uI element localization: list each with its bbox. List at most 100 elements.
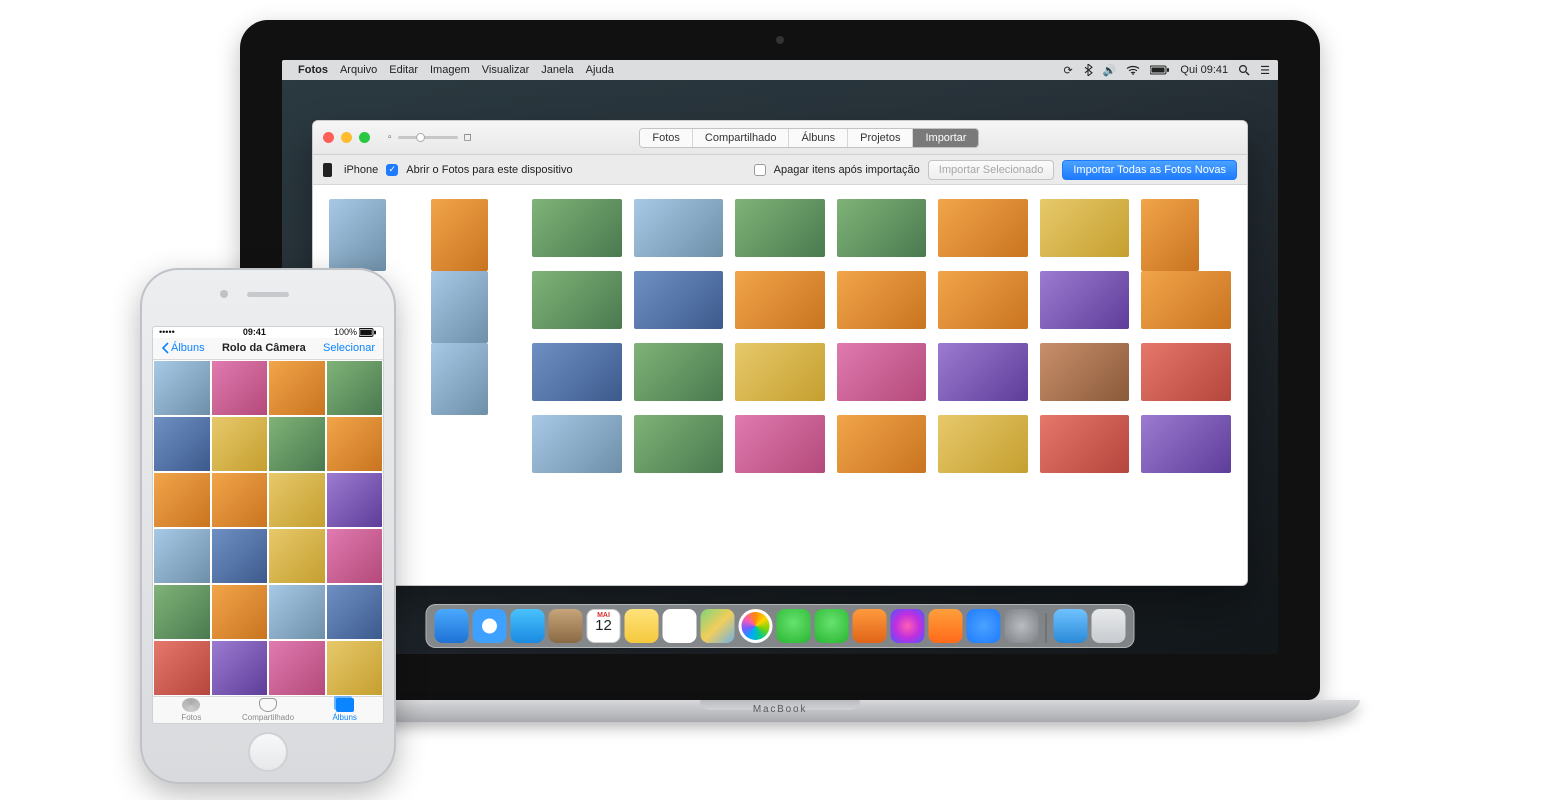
photo-thumbnail[interactable] (154, 361, 210, 415)
photo-thumbnail[interactable] (327, 529, 383, 583)
photo-thumbnail[interactable] (634, 199, 724, 257)
photo-thumbnail[interactable] (327, 473, 383, 527)
dock-facetime-icon[interactable] (815, 609, 849, 643)
photo-thumbnail[interactable] (212, 585, 268, 639)
menubar-item-imagem[interactable]: Imagem (430, 64, 470, 76)
photo-thumbnail[interactable] (837, 199, 927, 257)
erase-after-checkbox[interactable] (754, 164, 766, 176)
dock-finder-icon[interactable] (435, 609, 469, 643)
dock-photos-icon[interactable] (739, 609, 773, 643)
wifi-icon[interactable] (1126, 65, 1140, 75)
photo-thumbnail[interactable] (212, 417, 268, 471)
window-close-button[interactable] (323, 132, 334, 143)
photo-thumbnail[interactable] (1141, 415, 1231, 473)
dock-maps-icon[interactable] (701, 609, 735, 643)
photo-thumbnail[interactable] (938, 415, 1028, 473)
photo-thumbnail[interactable] (154, 473, 210, 527)
menubar-item-editar[interactable]: Editar (389, 64, 418, 76)
tab-projetos[interactable]: Projetos (848, 129, 913, 147)
menubar-clock[interactable]: Qui 09:41 (1180, 64, 1228, 76)
photo-thumbnail[interactable] (1141, 199, 1198, 271)
photo-thumbnail[interactable] (269, 585, 325, 639)
photo-thumbnail[interactable] (634, 415, 724, 473)
dock-ibooks-icon[interactable] (929, 609, 963, 643)
photo-thumbnail[interactable] (735, 343, 825, 401)
photo-thumbnail[interactable] (1040, 271, 1130, 329)
photo-thumbnail[interactable] (212, 361, 268, 415)
photo-thumbnail[interactable] (1040, 199, 1130, 257)
battery-icon[interactable] (1150, 65, 1170, 75)
photo-thumbnail[interactable] (532, 415, 622, 473)
photo-thumbnail[interactable] (329, 199, 386, 271)
dock-trash-icon[interactable] (1092, 609, 1126, 643)
window-zoom-button[interactable] (359, 132, 370, 143)
photo-thumbnail[interactable] (735, 199, 825, 257)
photo-thumbnail[interactable] (735, 415, 825, 473)
tab-albuns[interactable]: Álbuns (789, 129, 848, 147)
volume-icon[interactable]: 🔊 (1103, 64, 1117, 77)
photo-thumbnail[interactable] (1040, 343, 1130, 401)
photo-thumbnail[interactable] (532, 343, 622, 401)
back-button[interactable]: Álbuns (161, 342, 205, 354)
notification-center-icon[interactable]: ☰ (1260, 64, 1270, 77)
window-minimize-button[interactable] (341, 132, 352, 143)
tab-fotos[interactable]: Fotos (153, 697, 230, 723)
tab-fotos[interactable]: Fotos (640, 129, 693, 147)
tab-compartilhado[interactable]: Compartilhado (230, 697, 307, 723)
photo-thumbnail[interactable] (735, 271, 825, 329)
iphone-home-button[interactable] (248, 732, 288, 772)
photo-thumbnail[interactable] (269, 529, 325, 583)
import-all-button[interactable]: Importar Todas as Fotos Novas (1062, 160, 1237, 180)
menubar-item-janela[interactable]: Janela (541, 64, 573, 76)
photo-thumbnail[interactable] (938, 199, 1028, 257)
photo-thumbnail[interactable] (938, 271, 1028, 329)
photo-thumbnail[interactable] (212, 529, 268, 583)
photo-thumbnail[interactable] (532, 199, 622, 257)
import-selected-button[interactable]: Importar Selecionado (928, 160, 1055, 180)
spotlight-icon[interactable] (1238, 64, 1250, 76)
photo-thumbnail[interactable] (431, 343, 488, 415)
timemachine-icon[interactable]: ⟳ (1064, 64, 1073, 77)
open-photos-checkbox[interactable]: ✓ (386, 164, 398, 176)
tab-importar[interactable]: Importar (913, 129, 978, 147)
menubar-item-ajuda[interactable]: Ajuda (586, 64, 614, 76)
photo-thumbnail[interactable] (154, 585, 210, 639)
dock-contacts-icon[interactable] (549, 609, 583, 643)
select-button[interactable]: Selecionar (323, 342, 375, 354)
bluetooth-icon[interactable] (1083, 64, 1093, 76)
photo-thumbnail[interactable] (1040, 415, 1130, 473)
dock-downloads-icon[interactable] (1054, 609, 1088, 643)
dock-notes-icon[interactable] (625, 609, 659, 643)
photo-thumbnail[interactable] (154, 641, 210, 695)
photo-thumbnail[interactable] (154, 529, 210, 583)
dock-preferences-icon[interactable] (1005, 609, 1039, 643)
photo-thumbnail[interactable] (269, 361, 325, 415)
photo-thumbnail[interactable] (154, 417, 210, 471)
photo-thumbnail[interactable] (634, 343, 724, 401)
photo-thumbnail[interactable] (431, 271, 488, 343)
photo-thumbnail[interactable] (1141, 271, 1231, 329)
dock-safari-icon[interactable] (473, 609, 507, 643)
photo-thumbnail[interactable] (212, 641, 268, 695)
photo-thumbnail[interactable] (431, 199, 488, 271)
dock-mail-icon[interactable] (511, 609, 545, 643)
photo-thumbnail[interactable] (269, 417, 325, 471)
photo-thumbnail[interactable] (212, 473, 268, 527)
photo-thumbnail[interactable] (327, 585, 383, 639)
dock-photobooth-icon[interactable] (853, 609, 887, 643)
photo-thumbnail[interactable] (269, 641, 325, 695)
photo-thumbnail[interactable] (269, 473, 325, 527)
photo-thumbnail[interactable] (837, 343, 927, 401)
photo-thumbnail[interactable] (532, 271, 622, 329)
photo-thumbnail[interactable] (327, 361, 383, 415)
thumbnail-zoom-slider[interactable]: ▫ ◻ (388, 132, 472, 143)
dock-appstore-icon[interactable] (967, 609, 1001, 643)
photo-thumbnail[interactable] (938, 343, 1028, 401)
dock-reminders-icon[interactable] (663, 609, 697, 643)
dock-messages-icon[interactable] (777, 609, 811, 643)
photo-thumbnail[interactable] (837, 415, 927, 473)
photo-thumbnail[interactable] (837, 271, 927, 329)
dock-itunes-icon[interactable] (891, 609, 925, 643)
menubar-item-arquivo[interactable]: Arquivo (340, 64, 377, 76)
photo-thumbnail[interactable] (327, 641, 383, 695)
